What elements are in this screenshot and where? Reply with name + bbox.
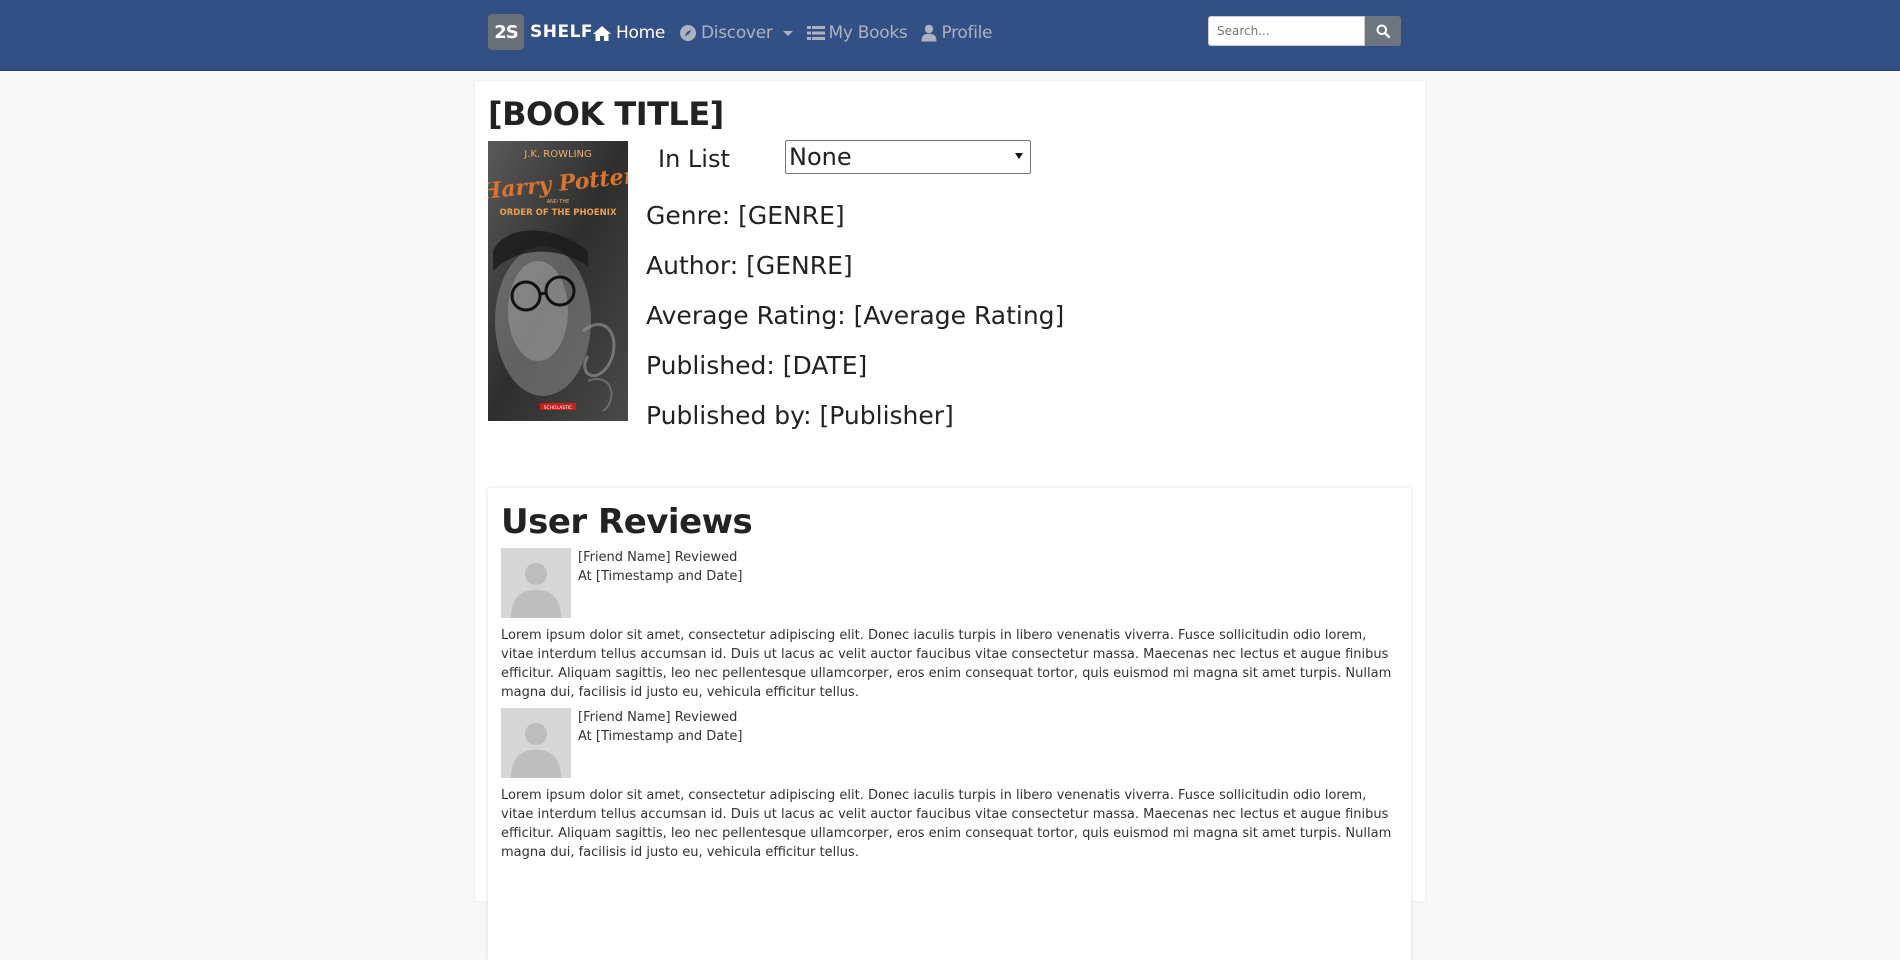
review-timestamp: At [Timestamp and Date] — [578, 729, 743, 744]
nav-item-my-books[interactable]: My Books — [806, 23, 908, 43]
book-title: [BOOK TITLE] — [488, 95, 724, 133]
in-list-select[interactable]: None — [785, 140, 1031, 174]
nav-item-home[interactable]: Home — [592, 23, 665, 43]
in-list-label: In List — [658, 145, 730, 173]
book-published-date: Published: [DATE] — [646, 351, 868, 380]
cover-and: AND THE — [547, 199, 570, 205]
review-timestamp: At [Timestamp and Date] — [578, 569, 743, 584]
dropdown-arrow-icon — [1015, 153, 1023, 159]
compass-icon — [680, 25, 697, 41]
search-button[interactable] — [1365, 16, 1401, 46]
search-form — [1208, 16, 1401, 46]
list-icon — [806, 26, 825, 40]
user-icon — [921, 24, 937, 42]
review-author: [Friend Name] Reviewed — [578, 710, 738, 725]
home-icon — [593, 25, 611, 41]
main-nav: Home Discover My Books Profile — [592, 20, 1006, 46]
avatar-placeholder-icon — [501, 548, 571, 618]
book-genre: Genre: [GENRE] — [646, 201, 845, 230]
review-meta: [Friend Name] Reviewed At [Timestamp and… — [578, 708, 742, 746]
in-list-selected-value: None — [789, 143, 852, 171]
cover-publisher-badge: SCHOLASTIC — [544, 405, 573, 411]
chevron-down-icon — [782, 30, 793, 36]
review-meta: [Friend Name] Reviewed At [Timestamp and… — [578, 548, 742, 586]
nav-item-profile[interactable]: Profile — [921, 23, 993, 43]
search-input[interactable] — [1208, 16, 1365, 46]
cover-subtitle: ORDER OF THE PHOENIX — [499, 208, 616, 218]
nav-item-my-books-label: My Books — [828, 23, 908, 43]
book-detail-panel: [BOOK TITLE] J.K. ROWLING Harry Potter A… — [475, 81, 1425, 960]
user-reviews-section: User Reviews [Friend Name] Reviewed At [… — [488, 488, 1411, 960]
book-author: Author: [GENRE] — [646, 251, 853, 280]
nav-item-discover[interactable]: Discover — [679, 23, 793, 43]
brand-logo: 2S — [488, 14, 524, 50]
book-cover-image: J.K. ROWLING Harry Potter AND THE ORDER … — [488, 141, 628, 421]
review-text: Lorem ipsum dolor sit amet, consectetur … — [501, 788, 1392, 860]
reviews-title: User Reviews — [501, 502, 753, 542]
brand-link[interactable]: 2S SHELF — [488, 14, 593, 50]
review-text: Lorem ipsum dolor sit amet, consectetur … — [501, 628, 1392, 700]
nav-item-home-label: Home — [616, 23, 666, 43]
top-navbar: 2S SHELF Home Discover My Books Profile … — [0, 0, 1900, 71]
review-author: [Friend Name] Reviewed — [578, 550, 738, 565]
nav-item-profile-label: Profile — [941, 23, 993, 43]
book-average-rating: Average Rating: [Average Rating] — [646, 301, 1065, 330]
search-icon — [1376, 24, 1390, 38]
avatar-placeholder-icon — [501, 708, 571, 778]
book-publisher: Published by: [Publisher] — [646, 401, 954, 430]
cover-author: J.K. ROWLING — [523, 149, 592, 160]
brand-name: SHELF — [530, 22, 594, 42]
nav-item-discover-label: Discover — [701, 23, 773, 43]
